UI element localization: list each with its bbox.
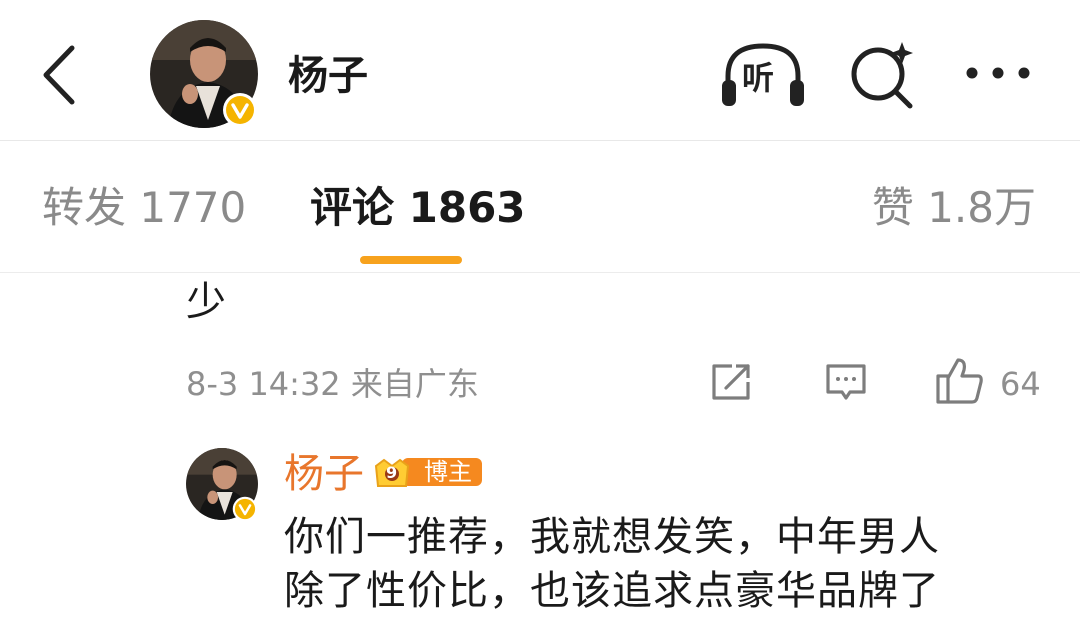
reply-text-line: 除了性价比，也该追求点豪华品牌了 [284,568,940,614]
comment-icon[interactable] [824,362,868,402]
active-tab-indicator [360,256,462,264]
tab-comment[interactable]: 评论 1863 [310,180,526,236]
reply-author[interactable]: 杨子 [284,448,364,500]
page-title: 杨子 [288,53,368,99]
comment-text: 少 [186,279,226,325]
chevron-left-icon[interactable] [36,40,84,110]
header-divider [0,140,1080,141]
blogger-badge: 9 博主 [372,452,484,492]
top-bar: 杨子 听 [0,0,1080,140]
like-count: 64 [1000,365,1041,403]
search-sparkle-icon[interactable] [846,38,918,110]
share-icon[interactable] [710,362,754,402]
badge-level: 9 [386,463,398,482]
reply-text-line: 你们一推荐，我就想发笑，中年男人 [284,514,940,560]
comment-meta: 8-3 14:32 来自广东 [186,365,479,403]
tabs-divider [0,272,1080,273]
reply-text: 你们一推荐，我就想发笑，中年男人 除了性价比，也该追求点豪华品牌了 [284,510,1044,618]
badge-label: 博主 [424,458,472,486]
verified-badge-icon [232,496,258,522]
verified-badge-icon [223,93,257,127]
thumbs-up-icon[interactable] [934,356,986,406]
listen-button[interactable]: 听 [718,40,808,112]
tab-like[interactable]: 赞 1.8万 [872,180,1036,236]
more-dots-icon[interactable] [962,58,1034,88]
tab-repost[interactable]: 转发 1770 [42,180,246,236]
listen-label: 听 [742,59,775,97]
